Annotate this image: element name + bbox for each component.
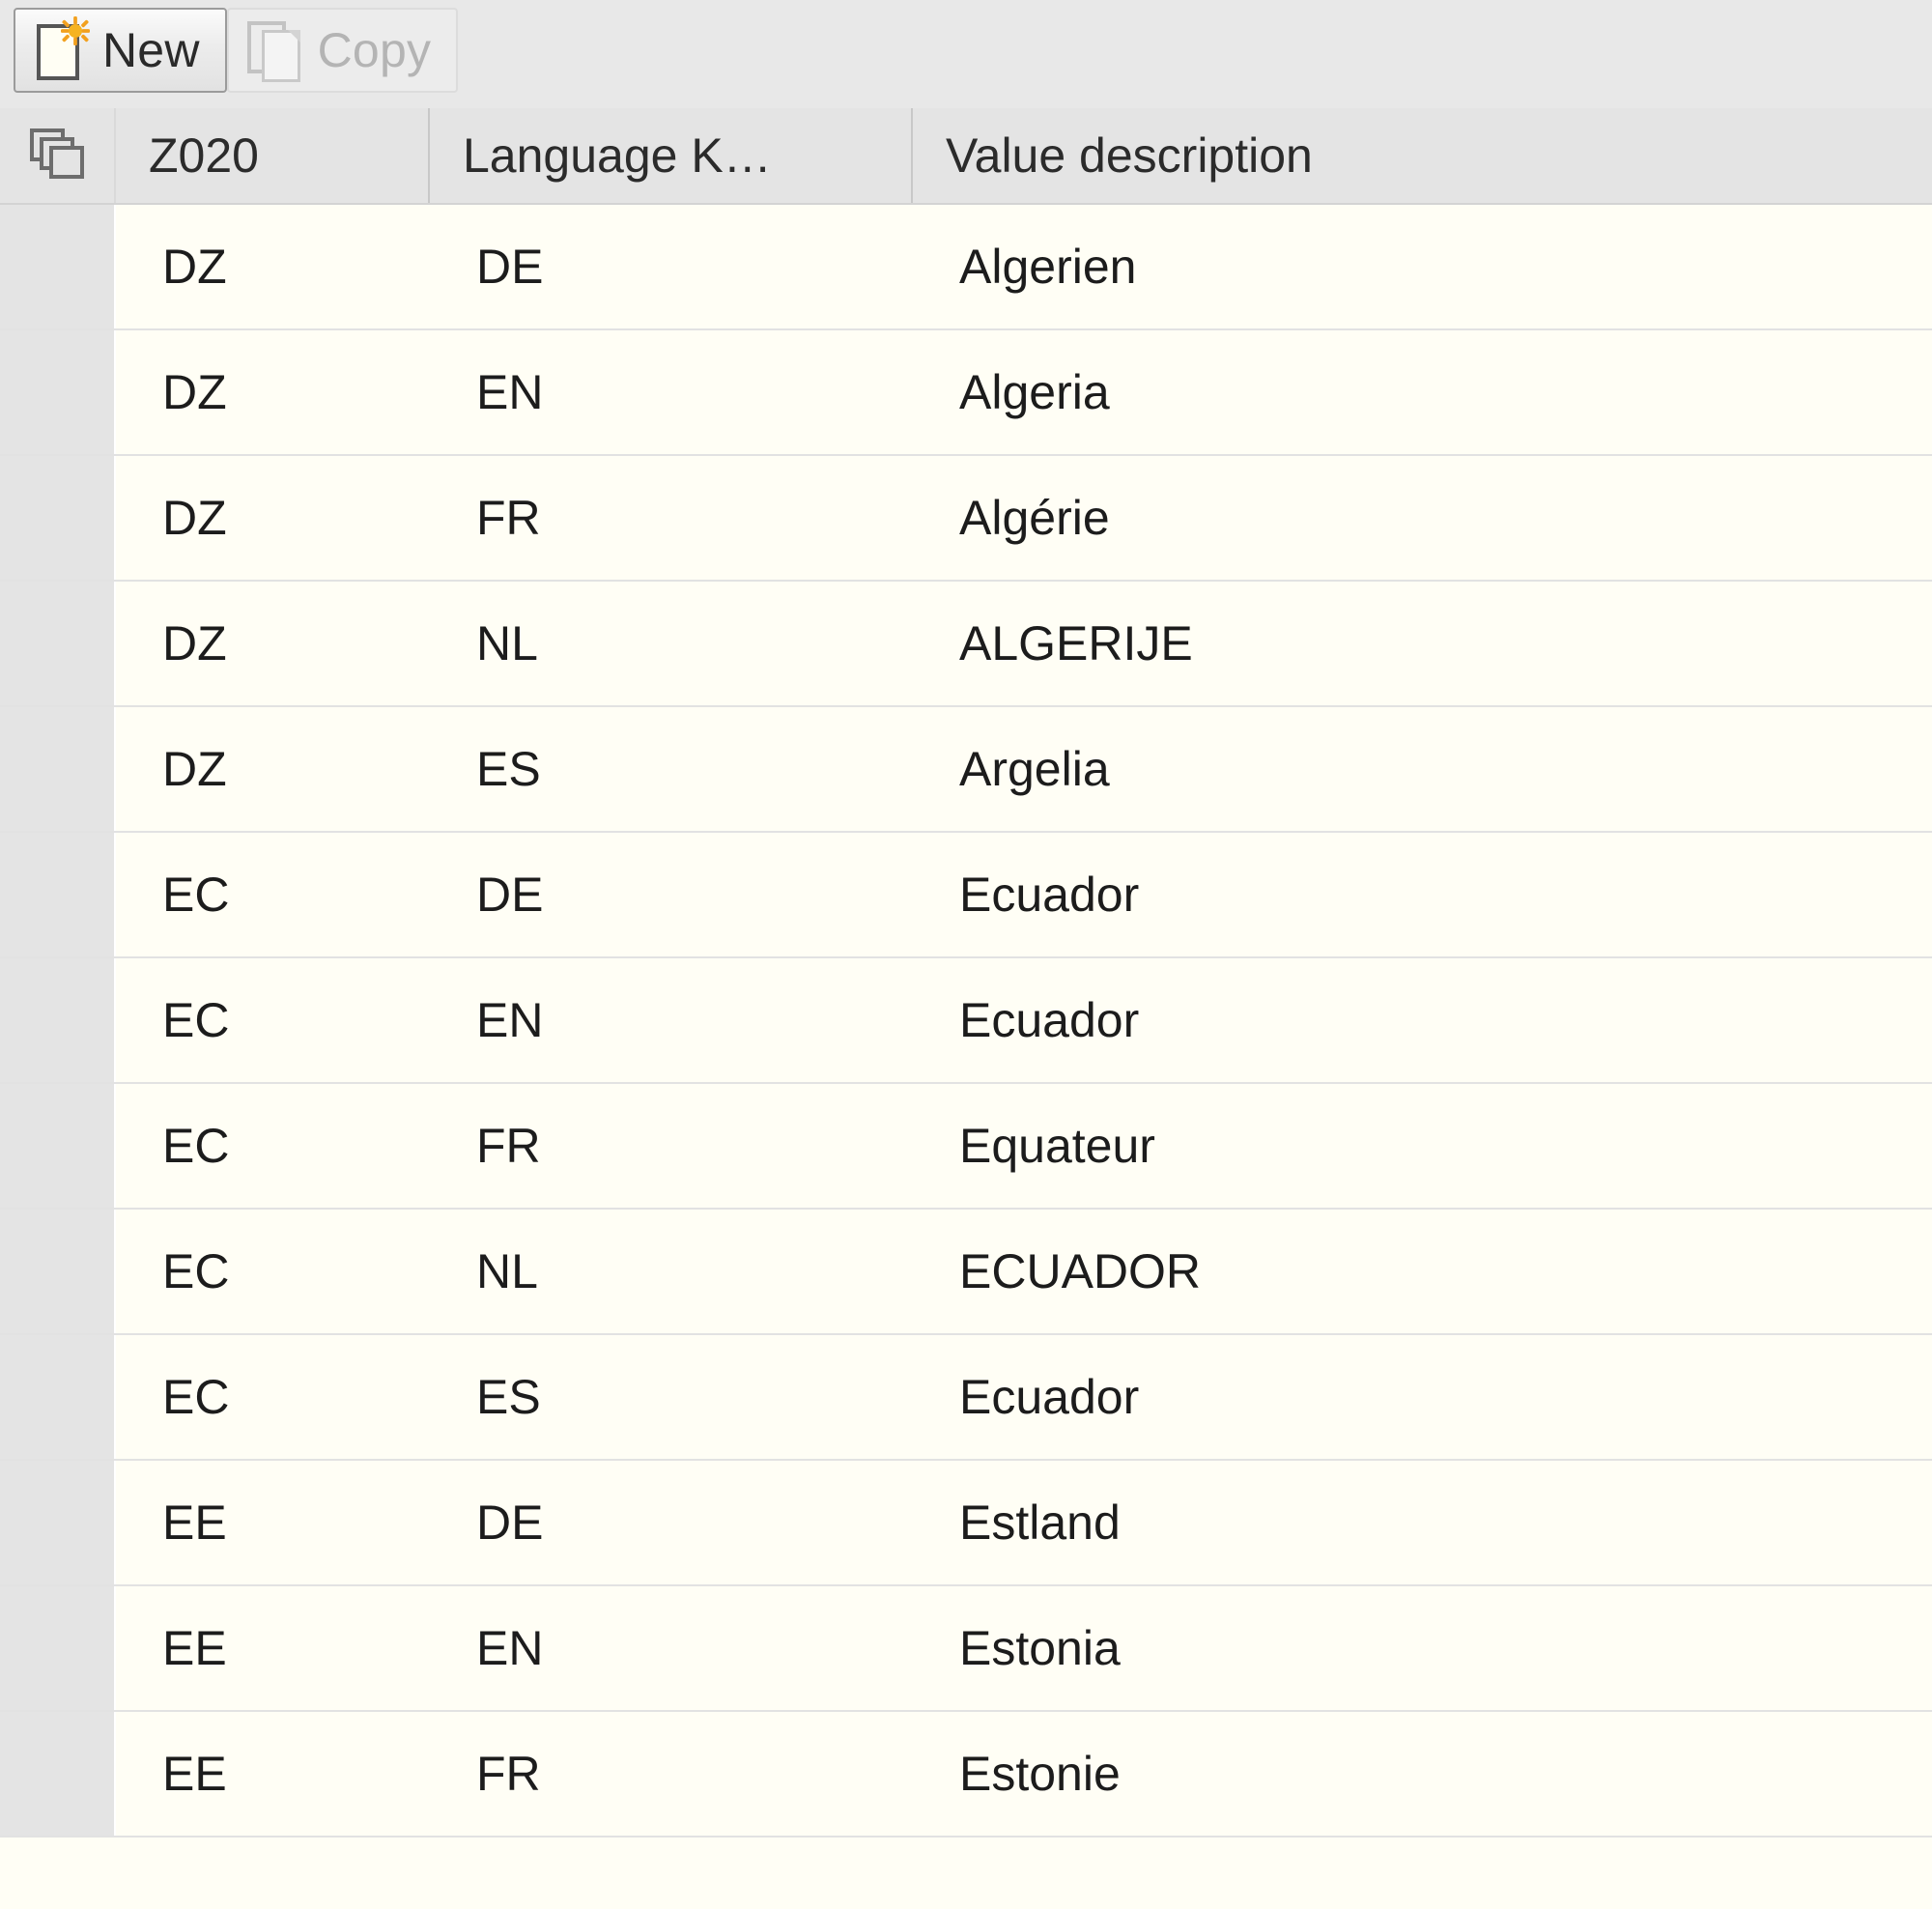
cell-code[interactable]: EE <box>116 1712 430 1836</box>
cell-code[interactable]: EC <box>116 833 430 956</box>
cell-language[interactable]: FR <box>430 1084 913 1208</box>
table-row[interactable]: EC DE Ecuador <box>0 833 1932 958</box>
row-selector-cell[interactable] <box>0 1335 116 1459</box>
table-row[interactable]: DZ ES Argelia <box>0 707 1932 833</box>
cell-language[interactable]: EN <box>430 330 913 454</box>
copy-document-icon <box>246 18 302 82</box>
row-selector-cell[interactable] <box>0 1461 116 1584</box>
stacked-rows-icon <box>30 128 84 183</box>
cell-value[interactable]: Estonia <box>913 1586 1932 1710</box>
toolbar: New Copy <box>0 0 1932 108</box>
cell-language[interactable]: NL <box>430 582 913 705</box>
row-selector-cell[interactable] <box>0 1084 116 1208</box>
table-row[interactable]: EE EN Estonia <box>0 1586 1932 1712</box>
cell-language[interactable]: EN <box>430 1586 913 1710</box>
row-selector-cell[interactable] <box>0 1712 116 1836</box>
cell-value[interactable]: Argelia <box>913 707 1932 831</box>
cell-language[interactable]: NL <box>430 1210 913 1333</box>
table-row[interactable]: EC EN Ecuador <box>0 958 1932 1084</box>
column-header-code[interactable]: Z020 <box>116 108 430 203</box>
new-button[interactable]: New <box>14 8 227 93</box>
cell-language[interactable]: FR <box>430 1712 913 1836</box>
cell-code[interactable]: EE <box>116 1461 430 1584</box>
cell-language[interactable]: ES <box>430 707 913 831</box>
table-row[interactable]: EC NL ECUADOR <box>0 1210 1932 1335</box>
table-row[interactable]: EC FR Equateur <box>0 1084 1932 1210</box>
cell-language[interactable]: DE <box>430 205 913 328</box>
cell-value[interactable]: Algerien <box>913 205 1932 328</box>
cell-value[interactable]: Equateur <box>913 1084 1932 1208</box>
cell-code[interactable]: EC <box>116 1335 430 1459</box>
cell-value[interactable]: Estland <box>913 1461 1932 1584</box>
table-row[interactable]: EE DE Estland <box>0 1461 1932 1586</box>
cell-code[interactable]: DZ <box>116 205 430 328</box>
cell-value[interactable]: Ecuador <box>913 833 1932 956</box>
row-selector-cell[interactable] <box>0 582 116 705</box>
row-selector-cell[interactable] <box>0 205 116 328</box>
table-row[interactable]: EC ES Ecuador <box>0 1335 1932 1461</box>
data-grid: Z020 Language K… Value description DZ DE A… <box>0 108 1932 1909</box>
cell-value[interactable]: ALGERIJE <box>913 582 1932 705</box>
new-button-label: New <box>102 23 200 77</box>
select-all-cell[interactable] <box>0 108 116 203</box>
cell-language[interactable]: EN <box>430 958 913 1082</box>
cell-value[interactable]: Ecuador <box>913 1335 1932 1459</box>
row-selector-cell[interactable] <box>0 330 116 454</box>
cell-code[interactable]: EC <box>116 958 430 1082</box>
row-selector-cell[interactable] <box>0 958 116 1082</box>
column-header-language[interactable]: Language K… <box>430 108 913 203</box>
copy-button[interactable]: Copy <box>226 8 459 93</box>
cell-value[interactable]: ECUADOR <box>913 1210 1932 1333</box>
starburst-icon <box>61 16 90 45</box>
table-row[interactable]: EE FR Estonie <box>0 1712 1932 1838</box>
cell-language[interactable]: ES <box>430 1335 913 1459</box>
cell-code[interactable]: DZ <box>116 456 430 580</box>
table-row[interactable]: DZ EN Algeria <box>0 330 1932 456</box>
cell-code[interactable]: DZ <box>116 582 430 705</box>
copy-button-label: Copy <box>317 23 432 77</box>
grid-header-row: Z020 Language K… Value description <box>0 108 1932 205</box>
cell-language[interactable]: DE <box>430 1461 913 1584</box>
cell-language[interactable]: DE <box>430 833 913 956</box>
row-selector-cell[interactable] <box>0 1210 116 1333</box>
cell-code[interactable]: EE <box>116 1586 430 1710</box>
cell-value[interactable]: Algeria <box>913 330 1932 454</box>
row-selector-cell[interactable] <box>0 707 116 831</box>
value-help-table-screen: New Copy Z020 Language K… Value descript… <box>0 0 1932 1909</box>
cell-value[interactable]: Ecuador <box>913 958 1932 1082</box>
row-selector-cell[interactable] <box>0 1586 116 1710</box>
cell-language[interactable]: FR <box>430 456 913 580</box>
cell-code[interactable]: EC <box>116 1084 430 1208</box>
cell-value[interactable]: Algérie <box>913 456 1932 580</box>
cell-code[interactable]: DZ <box>116 330 430 454</box>
cell-value[interactable]: Estonie <box>913 1712 1932 1836</box>
table-row[interactable]: DZ NL ALGERIJE <box>0 582 1932 707</box>
cell-code[interactable]: EC <box>116 1210 430 1333</box>
table-row[interactable]: DZ DE Algerien <box>0 205 1932 330</box>
grid-body: DZ DE Algerien DZ EN Algeria DZ FR Algérie DZ NL AL… <box>0 205 1932 1909</box>
column-header-value[interactable]: Value description <box>913 108 1932 203</box>
new-document-icon <box>33 16 90 82</box>
cell-code[interactable]: DZ <box>116 707 430 831</box>
row-selector-cell[interactable] <box>0 833 116 956</box>
table-row[interactable]: DZ FR Algérie <box>0 456 1932 582</box>
row-selector-cell[interactable] <box>0 456 116 580</box>
